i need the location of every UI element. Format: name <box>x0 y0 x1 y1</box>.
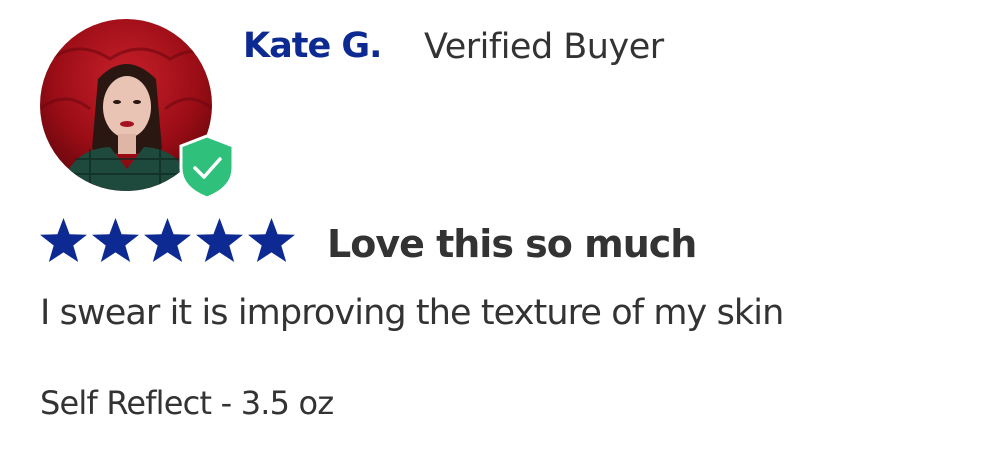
product-variant: Self Reflect - 3.5 oz <box>40 384 334 422</box>
reviewer-name: Kate G. <box>243 26 382 66</box>
verified-buyer-label: Verified Buyer <box>424 27 664 67</box>
reviewer-avatar-group <box>40 19 236 200</box>
review-title: Love this so much <box>327 222 697 266</box>
star-icon <box>195 217 244 263</box>
star-icon <box>247 217 296 263</box>
star-icon <box>143 217 192 263</box>
verified-shield-check-icon <box>178 134 236 200</box>
star-icon <box>91 217 140 263</box>
star-rating <box>39 217 296 263</box>
star-icon <box>39 217 88 263</box>
review-body: I swear it is improving the texture of m… <box>40 293 784 333</box>
